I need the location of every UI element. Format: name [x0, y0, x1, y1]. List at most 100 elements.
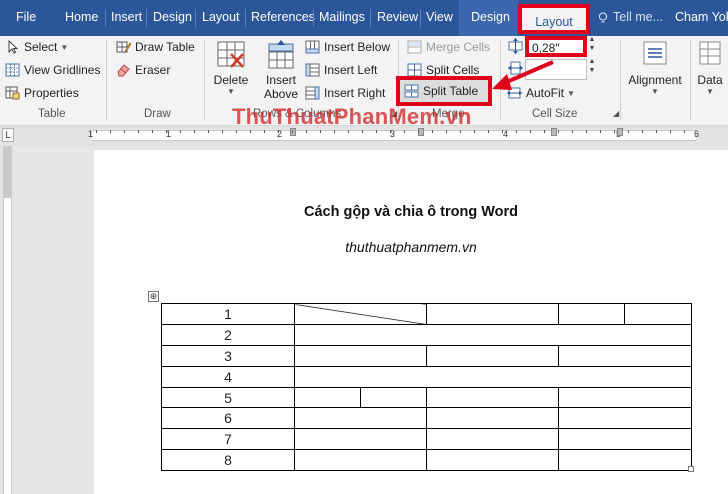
- view-gridlines-button[interactable]: View Gridlines: [5, 63, 100, 77]
- spinner-up-icon[interactable]: ▲: [588, 58, 596, 66]
- ruler-tick: [572, 130, 573, 133]
- ruler-tick: [670, 130, 671, 133]
- table-cell[interactable]: 5: [161, 386, 295, 409]
- table-cell[interactable]: [426, 386, 559, 409]
- delete-table-icon: [217, 41, 245, 68]
- table-cell[interactable]: [294, 344, 427, 367]
- column-marker[interactable]: [290, 128, 296, 136]
- split-table-button[interactable]: Split Table: [396, 76, 492, 106]
- table-cell-diagonal[interactable]: [294, 303, 427, 325]
- alignment-button[interactable]: Alignment ▼: [624, 40, 686, 96]
- table-cell[interactable]: [558, 303, 625, 325]
- table-cell[interactable]: [426, 407, 559, 430]
- properties-button[interactable]: Properties: [5, 86, 79, 100]
- ruler-tick: [180, 130, 181, 133]
- gridlines-icon: [5, 63, 20, 77]
- chevron-down-icon: ▼: [651, 87, 659, 96]
- table-cell[interactable]: 1: [161, 303, 295, 325]
- table-cell[interactable]: [294, 449, 427, 472]
- insert-right-button[interactable]: Insert Right: [305, 86, 385, 100]
- table-row: 5: [161, 386, 692, 409]
- dialog-launcher-icon[interactable]: ◢: [613, 109, 619, 118]
- cell-height-input[interactable]: [525, 59, 587, 80]
- merge-cells-button[interactable]: Merge Cells: [407, 40, 490, 54]
- tab-references[interactable]: References: [251, 10, 315, 24]
- table-cell[interactable]: [294, 386, 361, 409]
- ruler-tick: [446, 130, 447, 133]
- group-separator: [204, 40, 205, 120]
- table-cell[interactable]: 7: [161, 428, 295, 451]
- tab-home[interactable]: Home: [65, 10, 98, 24]
- table-cell[interactable]: 3: [161, 344, 295, 367]
- table-cell[interactable]: [294, 407, 427, 430]
- horizontal-ruler[interactable]: 1 1 2 3 4 5 6: [0, 126, 728, 146]
- table-cell[interactable]: [558, 386, 692, 409]
- column-marker[interactable]: [551, 128, 557, 136]
- spinner-down-icon[interactable]: ▼: [588, 45, 596, 53]
- autofit-button[interactable]: AutoFit ▼: [507, 86, 575, 100]
- table-cell[interactable]: [294, 428, 427, 451]
- tab-review[interactable]: Review: [377, 10, 418, 24]
- user-name[interactable]: Cham Yok: [675, 10, 728, 24]
- delete-button[interactable]: Delete ▼: [210, 40, 252, 96]
- data-button[interactable]: Data ▼: [693, 40, 727, 96]
- tab-table-design[interactable]: Design: [459, 0, 518, 36]
- table-cell[interactable]: 4: [161, 365, 295, 388]
- table-cell-merged[interactable]: [294, 365, 692, 388]
- merge-cells-label: Merge Cells: [426, 40, 491, 54]
- table-cell[interactable]: [624, 303, 692, 325]
- ruler-margin: [3, 146, 12, 198]
- insert-below-label: Insert Below: [324, 40, 391, 54]
- draw-table-button[interactable]: Draw Table: [116, 40, 195, 54]
- tab-view[interactable]: View: [426, 10, 453, 24]
- table-cell[interactable]: [558, 428, 692, 451]
- group-label-draw: Draw: [144, 108, 171, 120]
- table-move-handle[interactable]: ⊕: [148, 291, 159, 302]
- tell-me-search[interactable]: Tell me...: [613, 10, 663, 24]
- table-cell[interactable]: [558, 449, 692, 472]
- ruler-tick: [684, 130, 685, 133]
- table-cell[interactable]: [558, 344, 692, 367]
- table-cell[interactable]: [426, 428, 559, 451]
- document-table[interactable]: 1 2 3 4 5 6 7 8: [161, 303, 692, 472]
- table-cell[interactable]: [360, 386, 427, 409]
- group-label-table: Table: [38, 108, 66, 120]
- insert-above-button[interactable]: Insert Above: [260, 40, 302, 101]
- cell-width-input[interactable]: 0,28": [525, 36, 587, 57]
- insert-left-button[interactable]: Insert Left: [305, 63, 377, 77]
- table-cell[interactable]: [426, 344, 559, 367]
- ruler-tick: [642, 130, 643, 133]
- table-cell[interactable]: 8: [161, 449, 295, 472]
- select-button[interactable]: Select ▼: [5, 40, 68, 54]
- split-table-label: Split Table: [423, 84, 479, 98]
- tab-table-layout[interactable]: Layout: [518, 4, 590, 34]
- insert-left-label: Insert Left: [324, 63, 378, 77]
- ruler-tick: [460, 130, 461, 133]
- tab-mailings[interactable]: Mailings: [319, 10, 365, 24]
- table-cell[interactable]: [558, 407, 692, 430]
- table-cell[interactable]: 6: [161, 407, 295, 430]
- tab-insert[interactable]: Insert: [111, 10, 142, 24]
- eraser-button[interactable]: Eraser: [116, 63, 170, 77]
- tab-file[interactable]: File: [16, 10, 36, 24]
- tab-layout[interactable]: Layout: [202, 10, 240, 24]
- table-resize-handle[interactable]: [688, 466, 694, 472]
- split-cells-button[interactable]: Split Cells: [407, 63, 479, 77]
- table-cell[interactable]: [426, 303, 559, 325]
- tab-design[interactable]: Design: [153, 10, 192, 24]
- insert-below-button[interactable]: Insert Below: [305, 40, 390, 54]
- table-row: 1: [161, 303, 692, 325]
- table-cell-merged[interactable]: [294, 323, 692, 346]
- insert-below-icon: [305, 40, 320, 54]
- spinner-up-icon[interactable]: ▲: [588, 36, 596, 44]
- column-width-icon: [508, 61, 523, 75]
- split-table-icon: [404, 84, 419, 98]
- table-cell[interactable]: [426, 449, 559, 472]
- vertical-ruler[interactable]: [0, 146, 14, 494]
- spinner-down-icon[interactable]: ▼: [588, 67, 596, 75]
- tab-selector[interactable]: L: [2, 128, 14, 142]
- column-marker[interactable]: [617, 128, 623, 136]
- table-cell[interactable]: 2: [161, 323, 295, 346]
- table-row: 7: [161, 428, 692, 451]
- group-separator: [500, 40, 501, 120]
